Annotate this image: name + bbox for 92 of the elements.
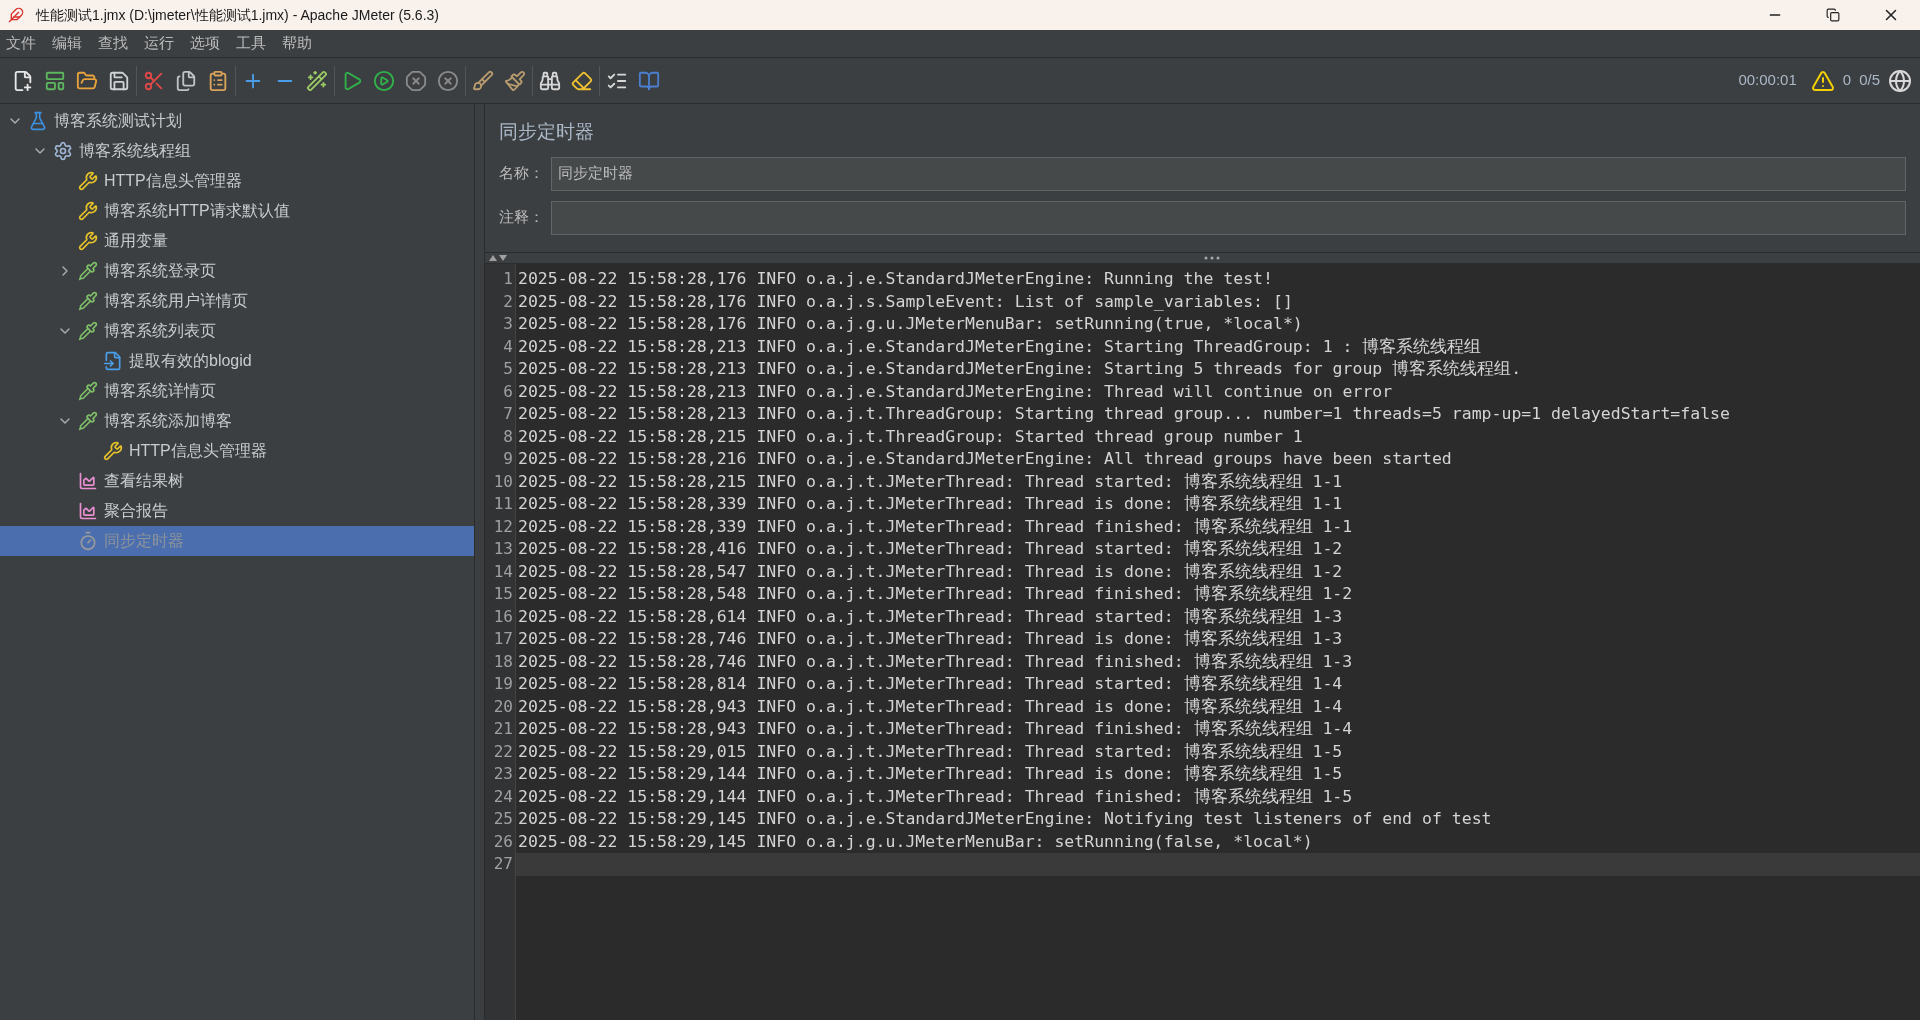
line-number: 12 (492, 515, 514, 538)
line-number: 1 (502, 268, 514, 290)
flask-icon (28, 111, 48, 131)
chart-icon (78, 471, 98, 491)
tree-item[interactable]: 博客系统登录页 (0, 256, 474, 286)
menu-item[interactable]: 帮助 (276, 32, 318, 55)
menu-item[interactable]: 运行 (138, 32, 180, 55)
line-number: 11 (492, 493, 514, 515)
stopwatch-icon (78, 531, 98, 551)
wrench-icon (103, 441, 123, 461)
feather-icon (8, 7, 24, 23)
line-number: 15 (492, 583, 514, 605)
text-field[interactable]: 同步定时器 (551, 156, 1906, 191)
pipette-icon (78, 261, 98, 281)
tree-item[interactable]: 博客系统详情页 (0, 376, 474, 406)
start-no-pause-icon[interactable] (373, 69, 395, 92)
window-title: 性能测试1.jmx (D:\jmeter\性能测试1.jmx) - Apache JMeter (5.6.3) (36, 5, 439, 25)
paste-icon[interactable] (207, 69, 229, 92)
document-arrow-icon (103, 351, 123, 371)
line-number: 17 (492, 628, 514, 650)
clear-icon[interactable] (472, 69, 494, 92)
editor-title: 同步定时器 (499, 120, 595, 144)
stop-icon[interactable] (405, 69, 427, 92)
tree-item[interactable]: HTTP信息头管理器 (0, 166, 474, 196)
menu-item[interactable]: 选项 (184, 32, 226, 55)
menu-item[interactable]: 工具 (230, 32, 272, 55)
tree-item[interactable]: 聚合报告 (0, 496, 474, 526)
line-number: 20 (492, 695, 514, 718)
menu-item[interactable]: 查找 (92, 32, 134, 55)
menu-item[interactable]: 文件 (0, 32, 42, 55)
line-number: 2 (502, 290, 514, 313)
gear-icon (53, 141, 73, 161)
line-number: 24 (492, 785, 514, 808)
line-number: 8 (502, 425, 514, 448)
line-number: 27 (492, 853, 514, 875)
line-number: 6 (502, 380, 514, 403)
tree-item[interactable]: 博客系统测试计划 (0, 106, 474, 136)
clear-all-icon[interactable] (504, 69, 526, 92)
line-number: 14 (492, 560, 514, 583)
elapsed-time: 00:00:01 (1738, 70, 1797, 91)
line-number: 23 (492, 763, 514, 785)
collapse-arrows-icon[interactable] (489, 255, 507, 261)
line-number: 18 (492, 650, 514, 673)
pipette-icon (78, 291, 98, 311)
line-number: 10 (492, 470, 514, 493)
menu-item[interactable]: 编辑 (46, 32, 88, 55)
pipette-icon (78, 321, 98, 341)
help-icon[interactable] (638, 69, 660, 92)
globe-icon[interactable] (1888, 68, 1912, 93)
tree-item[interactable]: 博客系统添加博客 (0, 406, 474, 436)
line-number: 7 (502, 403, 514, 425)
tree-item[interactable]: 提取有效的blogid (0, 346, 474, 376)
open-folder-icon[interactable] (76, 69, 98, 92)
field-label: 注释： (499, 207, 541, 228)
save-icon[interactable] (108, 69, 130, 92)
shutdown-icon[interactable] (437, 69, 459, 92)
templates-icon[interactable] (44, 69, 66, 92)
wrench-icon (78, 231, 98, 251)
line-number: 3 (502, 313, 514, 335)
thread-count: 0/5 (1859, 70, 1880, 91)
pipette-icon (78, 381, 98, 401)
warning-icon[interactable] (1810, 68, 1835, 93)
tree-item[interactable]: 通用变量 (0, 226, 474, 256)
pipette-icon (78, 411, 98, 431)
line-number: 5 (502, 358, 514, 380)
tree-item[interactable]: 博客系统列表页 (0, 316, 474, 346)
line-number: 21 (492, 718, 514, 740)
chart-icon (78, 501, 98, 521)
line-number: 26 (492, 830, 514, 853)
binoculars-icon[interactable] (539, 69, 561, 92)
line-number: 16 (492, 605, 514, 628)
wrench-icon (78, 201, 98, 221)
tree-item[interactable]: 博客系统用户详情页 (0, 286, 474, 316)
text-field[interactable] (551, 200, 1906, 235)
line-number: 4 (502, 335, 514, 358)
restore-icon[interactable] (1826, 8, 1840, 22)
line-number: 19 (492, 673, 514, 695)
line-number: 13 (492, 538, 514, 560)
wrench-icon (78, 171, 98, 191)
new-file-icon[interactable] (12, 69, 34, 92)
tree-item[interactable]: 博客系统线程组 (0, 136, 474, 166)
drag-handle-icon[interactable] (1203, 256, 1220, 260)
tree-item[interactable]: 博客系统HTTP请求默认值 (0, 196, 474, 226)
line-number: 9 (502, 448, 514, 470)
tree-item[interactable]: HTTP信息头管理器 (0, 436, 474, 466)
copy-icon[interactable] (175, 69, 197, 92)
line-number: 25 (492, 808, 514, 830)
tree-item[interactable]: 查看结果树 (0, 466, 474, 496)
cut-icon[interactable] (143, 69, 165, 92)
field-label: 名称： (499, 163, 541, 184)
line-number: 22 (492, 740, 514, 763)
warning-count: 0 (1842, 70, 1852, 91)
